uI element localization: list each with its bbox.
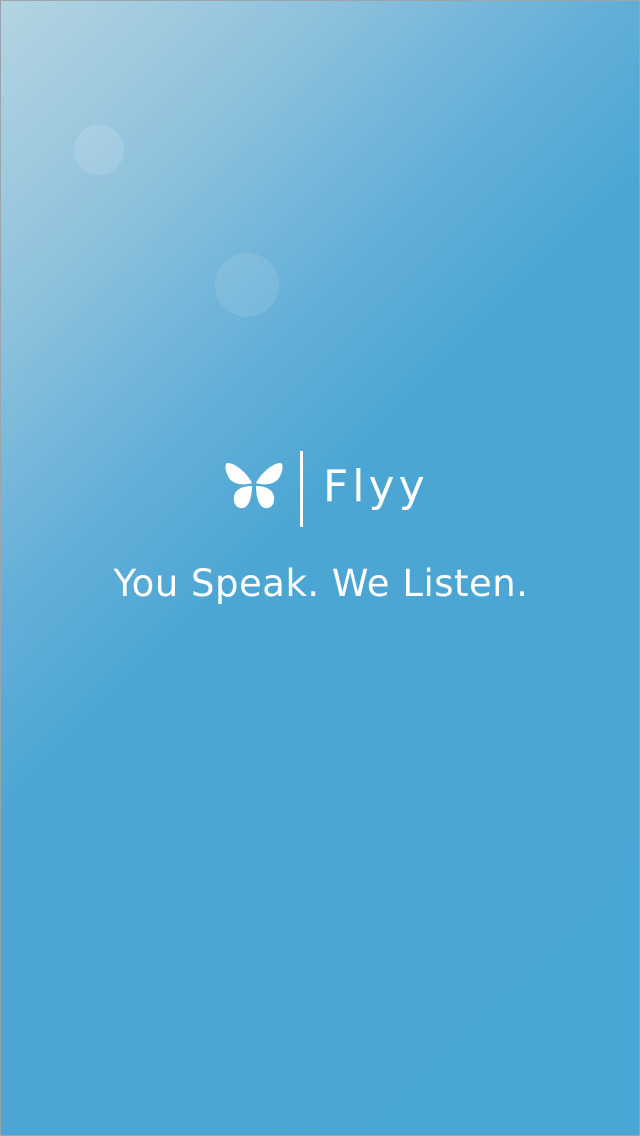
background-bokeh-circle [215,253,279,317]
brand-logo: Flyy [1,449,639,529]
brand-name: Flyy [323,461,429,512]
butterfly-icon [225,463,283,509]
background-bokeh-circle [74,125,124,175]
logo-divider [300,451,303,527]
tagline: You Speak. We Listen. [113,562,529,605]
splash-screen: Flyy You Speak. We Listen. [0,0,640,1136]
